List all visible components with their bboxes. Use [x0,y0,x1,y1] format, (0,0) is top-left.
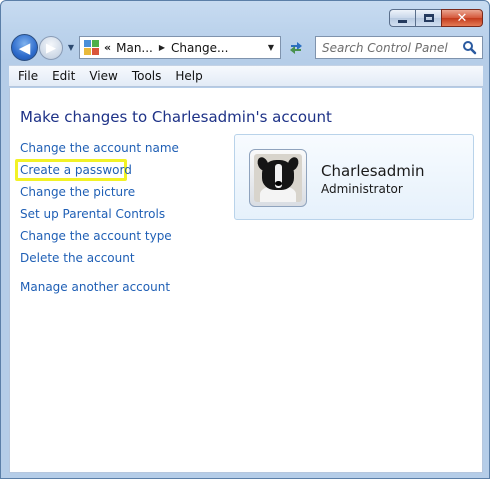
close-icon: ✕ [456,10,468,26]
breadcrumb-separator-icon[interactable]: ▶ [159,43,165,52]
address-bar[interactable]: « Man... ▶ Change... ▼ [79,36,281,59]
parental-controls-link[interactable]: Set up Parental Controls [20,207,165,221]
minimize-button[interactable] [389,9,415,27]
account-name: Charlesadmin [321,162,425,180]
forward-button[interactable]: ▶ [39,36,63,60]
change-picture-link[interactable]: Change the picture [20,185,135,199]
control-panel-window: ✕ ◀ ▶ ▼ « Man... ▶ Change... ▼ Search Co… [0,0,490,479]
content-pane: Make changes to Charlesadmin's account C… [9,88,483,472]
caption-buttons: ✕ [389,9,483,27]
refresh-icon [290,41,302,54]
navigation-bar: ◀ ▶ ▼ « Man... ▶ Change... ▼ [9,34,483,62]
menu-bar: File Edit View Tools Help [9,65,483,87]
maximize-icon [423,14,434,22]
manage-another-account-link[interactable]: Manage another account [20,280,170,294]
window-bottom-border [9,472,483,473]
chevron-down-icon: ▼ [67,42,75,52]
back-arrow-icon: ◀ [18,38,31,57]
close-button[interactable]: ✕ [441,9,483,27]
minimize-icon [398,19,407,23]
maximize-button[interactable] [415,9,441,27]
change-account-name-link[interactable]: Change the account name [20,141,179,155]
refresh-button[interactable] [285,36,307,59]
address-dropdown-icon[interactable]: ▼ [268,43,274,52]
breadcrumb-item[interactable]: Change... [171,41,228,55]
search-icon[interactable] [462,40,477,55]
change-account-type-link[interactable]: Change the account type [20,229,172,243]
menu-file[interactable]: File [11,69,45,83]
avatar [249,149,307,207]
menu-tools[interactable]: Tools [125,69,169,83]
back-button[interactable]: ◀ [11,34,38,61]
recent-pages-button[interactable]: ▼ [66,42,76,52]
search-box[interactable] [315,36,483,59]
search-input[interactable] [322,40,462,55]
breadcrumb-item[interactable]: Man... [116,41,153,55]
menu-edit[interactable]: Edit [45,69,82,83]
account-role: Administrator [321,182,403,196]
breadcrumb-overflow[interactable]: « [104,41,111,54]
menu-view[interactable]: View [82,69,124,83]
menu-help[interactable]: Help [168,69,209,83]
page-title: Make changes to Charlesadmin's account [20,108,332,126]
forward-arrow-icon: ▶ [46,40,56,56]
border-collie-avatar-icon [254,154,302,202]
account-card: Charlesadmin Administrator [234,134,474,220]
control-panel-icon [84,39,100,56]
delete-account-link[interactable]: Delete the account [20,251,135,265]
create-password-link[interactable]: Create a password [20,163,132,177]
